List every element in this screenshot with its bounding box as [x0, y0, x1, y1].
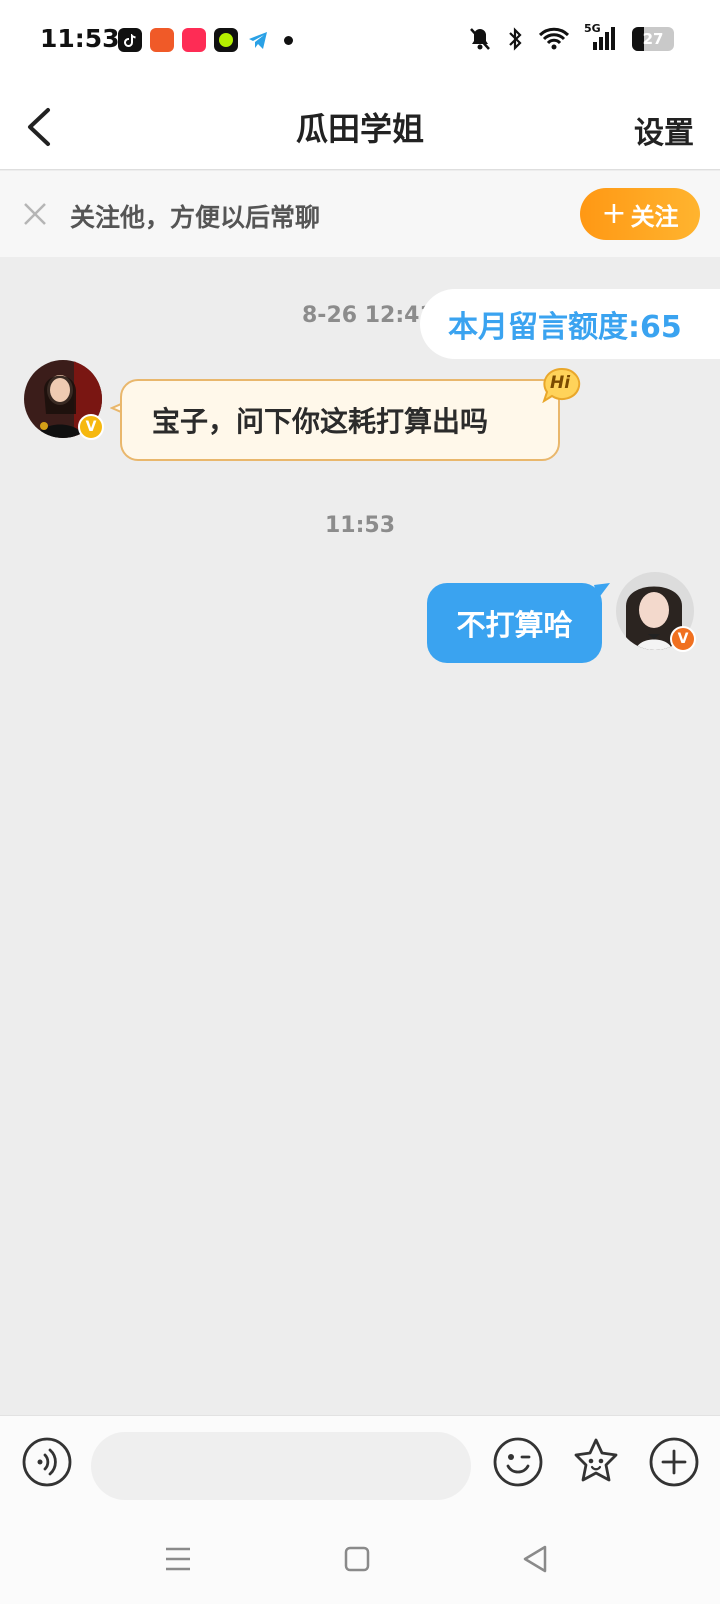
- status-bar: 11:53 5G 27: [0, 0, 720, 84]
- follow-button[interactable]: + 关注: [580, 188, 700, 240]
- back-triangle-icon[interactable]: [515, 1539, 555, 1579]
- follow-prompt-text: 关注他，方便以后常聊: [70, 203, 321, 232]
- green-app-icon: [214, 28, 238, 52]
- outgoing-bubble-tail: [594, 583, 610, 599]
- voice-icon[interactable]: [21, 1436, 73, 1488]
- outgoing-message-bubble[interactable]: 不打算哈: [427, 583, 602, 663]
- incoming-message-bubble[interactable]: 宝子，问下你这耗打算出吗: [120, 379, 560, 461]
- sticker-star-icon[interactable]: [570, 1436, 622, 1488]
- pinduoduo-icon: [150, 28, 174, 52]
- my-avatar[interactable]: V: [616, 572, 696, 652]
- wifi-icon: [538, 27, 570, 50]
- battery-level: 27: [642, 30, 664, 48]
- hi-greeting-icon: Hi: [542, 367, 582, 404]
- message-input-bar: [0, 1415, 720, 1515]
- message-quota-badge: 本月留言额度:65: [420, 289, 720, 359]
- verified-badge: V: [670, 626, 696, 652]
- home-icon[interactable]: [337, 1539, 377, 1579]
- tiktok-icon: [118, 28, 142, 52]
- chat-header: 瓜田学姐 设置: [0, 84, 720, 170]
- hi-badge-text: Hi: [550, 373, 571, 393]
- status-app-icons: [118, 28, 293, 52]
- menu-icon[interactable]: [158, 1539, 198, 1579]
- contact-avatar[interactable]: V: [24, 360, 104, 440]
- notification-dot: [284, 35, 293, 45]
- follow-banner: 关注他，方便以后常聊 + 关注: [0, 171, 720, 257]
- follow-button-label: 关注: [630, 202, 679, 231]
- status-time: 11:53: [40, 24, 120, 53]
- message-input[interactable]: [91, 1432, 471, 1500]
- signal-icon: 5G: [584, 22, 618, 52]
- close-icon[interactable]: [22, 201, 48, 227]
- page-title: 瓜田学姐: [295, 110, 424, 148]
- telegram-icon: [246, 28, 270, 52]
- add-icon[interactable]: [648, 1436, 700, 1488]
- chat-area[interactable]: 8-26 12:41 本月留言额度:65 V 宝子，问下你这耗打算出吗 Hi 1…: [0, 257, 720, 1415]
- status-indicators: 5G 27: [468, 22, 674, 52]
- plus-icon: +: [601, 196, 627, 231]
- mute-icon: [470, 28, 490, 50]
- bluetooth-icon: [509, 27, 522, 51]
- system-navigation-bar: [0, 1515, 720, 1604]
- message-timestamp: 11:53: [324, 513, 396, 538]
- settings-button[interactable]: 设置: [634, 108, 694, 152]
- emoji-icon[interactable]: [492, 1436, 544, 1488]
- battery-indicator: 27: [632, 27, 674, 51]
- quota-timestamp: 8-26 12:41: [302, 303, 435, 328]
- verified-badge: V: [78, 414, 104, 440]
- xiaohongshu-icon: [182, 28, 206, 52]
